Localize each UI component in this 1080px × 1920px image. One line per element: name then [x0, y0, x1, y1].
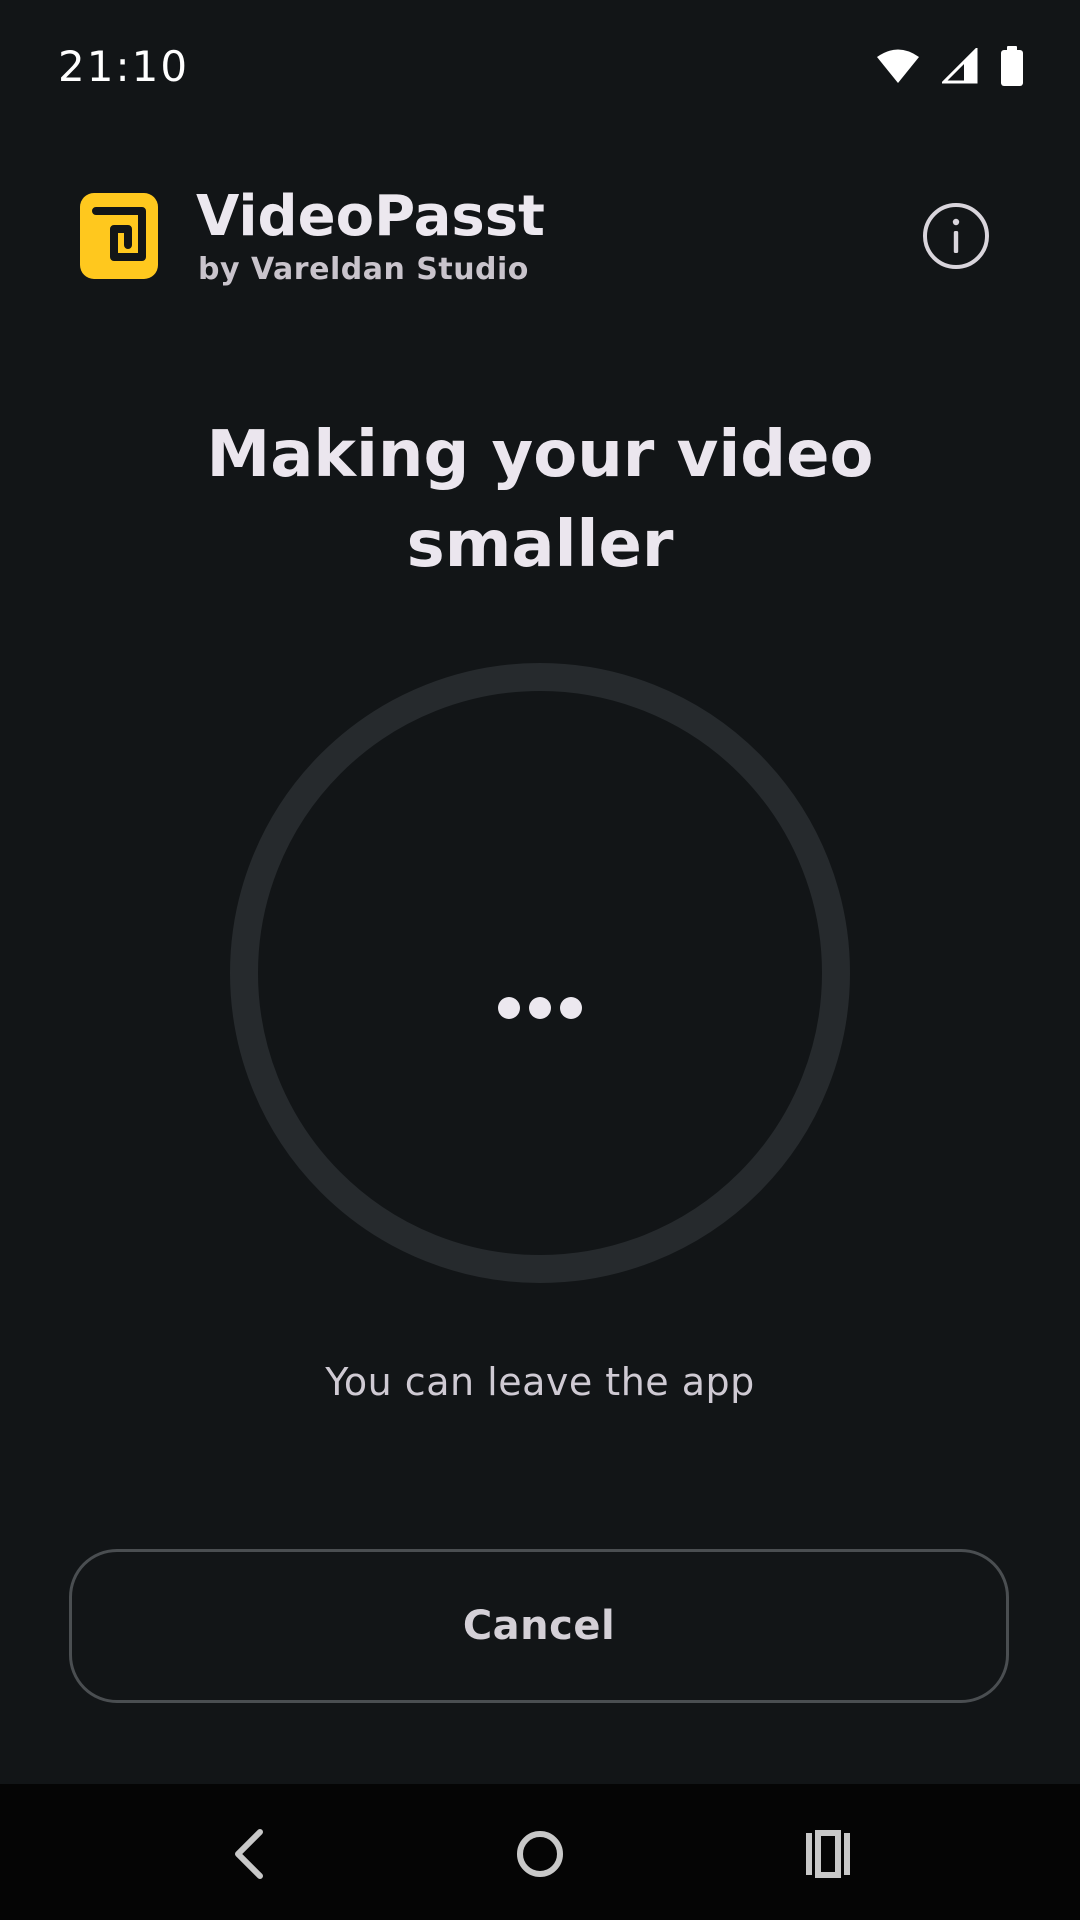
- app-header: VideoPasst by Vareldan Studio: [0, 180, 1080, 290]
- battery-icon: [1000, 46, 1024, 90]
- recents-icon: [806, 1830, 850, 1878]
- status-time: 21:10: [58, 42, 190, 91]
- status-icons: [876, 46, 1024, 90]
- app-name: VideoPasst: [196, 184, 545, 249]
- page-title: Making your video smaller: [206, 418, 874, 582]
- status-bar: 21:10: [0, 0, 1080, 134]
- cancel-button[interactable]: Cancel: [69, 1549, 1009, 1703]
- cancel-button-label: Cancel: [462, 1603, 616, 1649]
- system-nav-bar: [0, 1784, 1080, 1920]
- home-icon: [517, 1831, 563, 1877]
- progress-ring: [230, 663, 850, 1283]
- info-button[interactable]: [922, 202, 990, 270]
- back-button[interactable]: [210, 1814, 290, 1894]
- app-subtitle: by Vareldan Studio: [198, 252, 529, 287]
- info-icon: [923, 203, 989, 269]
- cellular-signal-icon: [940, 46, 978, 88]
- recents-button[interactable]: [788, 1814, 868, 1894]
- home-button[interactable]: [500, 1814, 580, 1894]
- loading-dots-icon: [498, 997, 582, 1019]
- back-icon: [235, 1829, 263, 1879]
- videopasst-logo-icon: [80, 193, 158, 279]
- compression-progress-screen: 21:10 VideoPasst by Vareldan Studio Maki…: [0, 0, 1080, 1920]
- wifi-icon: [876, 48, 920, 88]
- leave-app-hint: You can leave the app: [325, 1360, 755, 1404]
